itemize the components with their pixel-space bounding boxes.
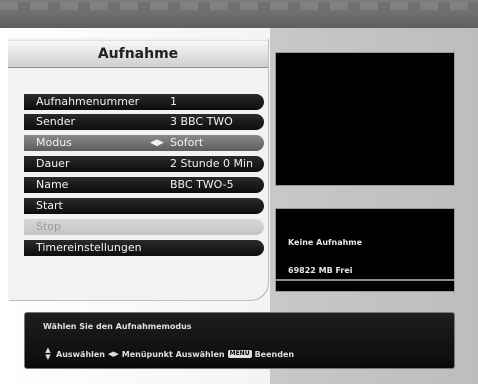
menu-item-label: Name: [36, 178, 69, 191]
menu-item-select-hint: Menüpunkt Auswählen: [121, 349, 225, 359]
menu-item-timereinstellungen[interactable]: Timereinstellungen: [24, 240, 264, 256]
menu-item-value: 3 BBC TWO: [170, 115, 233, 128]
top-band-texture: [0, 2, 478, 10]
menu-item-name[interactable]: Name BBC TWO-5: [24, 177, 264, 193]
up-down-arrows-icon: ▲ ▼: [45, 346, 51, 361]
info-divider: [276, 279, 454, 281]
menu-item-value: 1: [170, 95, 177, 108]
menu-item-aufnahmenummer[interactable]: Aufnahmenummer 1: [24, 94, 264, 110]
menu-item-label: Timereinstellungen: [36, 241, 142, 254]
menu-item-label: Dauer: [36, 157, 70, 170]
menu-item-modus[interactable]: Modus ◀▶ Sofort: [24, 135, 264, 151]
select-hint: Auswählen: [56, 349, 105, 359]
top-band: [0, 0, 478, 28]
help-bar: Wählen Sie den Aufnahmemodus ▲ ▼ Auswähle…: [24, 312, 455, 369]
video-preview: [275, 52, 455, 186]
menu-key-icon: MENU: [227, 350, 252, 358]
menu-item-value: 2 Stunde 0 Min: [170, 157, 253, 170]
menu-item-value: Sofort: [170, 136, 204, 149]
menu-item-label: Sender: [36, 115, 75, 128]
menu-item-value: BBC TWO-5: [170, 178, 234, 191]
menu-item-dauer[interactable]: Dauer 2 Stunde 0 Min: [24, 156, 264, 172]
menu-item-sender[interactable]: Sender 3 BBC TWO: [24, 114, 264, 130]
recording-status: Keine Aufnahme: [288, 238, 363, 247]
help-message: Wählen Sie den Aufnahmemodus: [43, 322, 192, 331]
free-space: 69822 MB Frei: [288, 266, 353, 275]
panel-title: Aufnahme: [8, 40, 268, 68]
menu-item-label: Start: [36, 199, 63, 212]
menu-item-label: Stop: [36, 220, 62, 233]
key-hints: ▲ ▼ Auswählen ◀▶ Menüpunkt Auswählen MENU…: [43, 347, 294, 361]
menu-item-stop: Stop: [24, 219, 264, 235]
exit-hint: Beenden: [254, 349, 295, 359]
left-right-arrows-icon: ◀▶: [108, 350, 119, 358]
menu-item-label: Modus: [36, 136, 72, 149]
menu-item-start[interactable]: Start: [24, 198, 264, 214]
recording-info-box: Keine Aufnahme 69822 MB Frei: [275, 208, 455, 292]
menu-item-label: Aufnahmenummer: [36, 95, 140, 108]
left-right-arrows-icon: ◀▶: [150, 138, 164, 148]
